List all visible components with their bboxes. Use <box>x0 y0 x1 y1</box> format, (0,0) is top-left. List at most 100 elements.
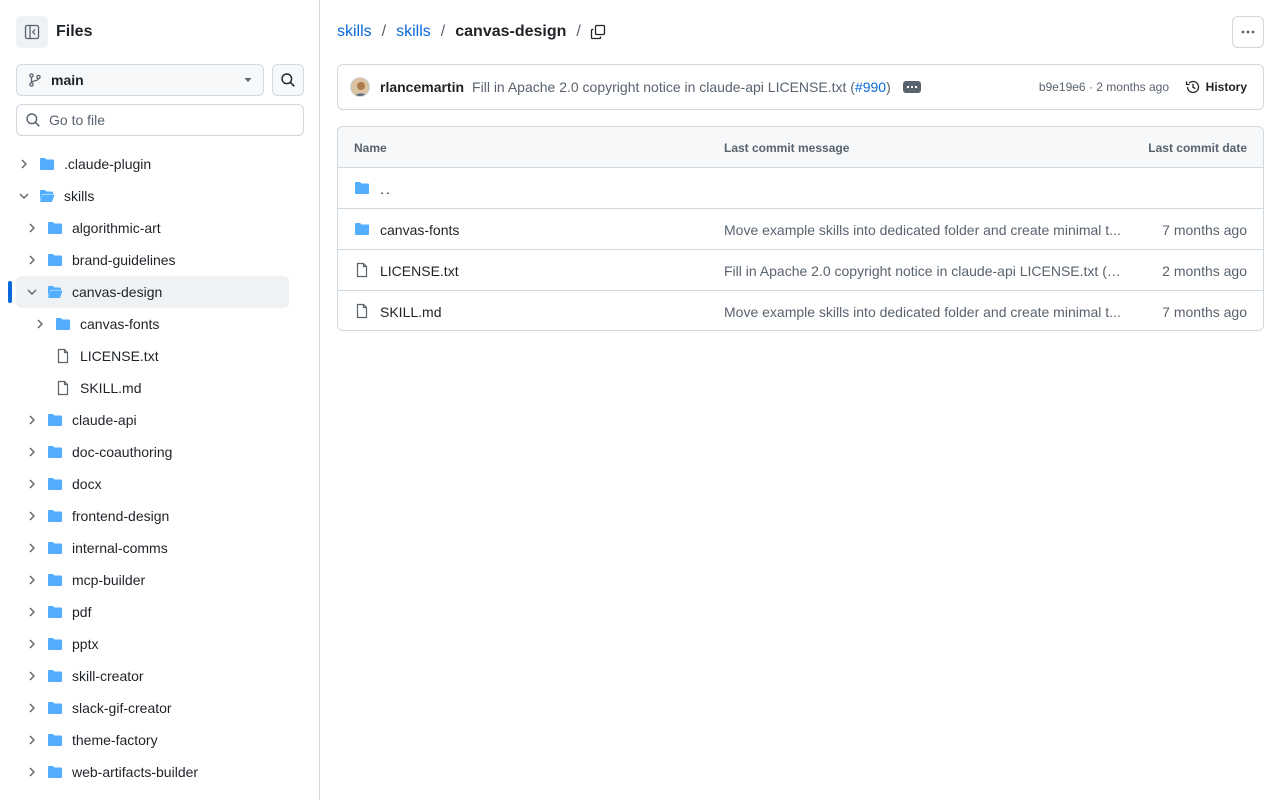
tree-item-theme-factory[interactable]: theme-factory <box>0 724 320 756</box>
tree-item-label: slack-gif-creator <box>72 700 172 716</box>
commit-meta[interactable]: b9e19e6 · 2 months ago <box>1039 80 1169 94</box>
tree-item-skill-md[interactable]: SKILL.md <box>0 372 320 404</box>
chevron-right-icon[interactable] <box>26 478 38 490</box>
tree-item-pdf[interactable]: pdf <box>0 596 320 628</box>
chevron-right-icon[interactable] <box>26 670 38 682</box>
parent-directory-row[interactable]: .. <box>338 168 1263 209</box>
tree-item-pptx[interactable]: pptx <box>0 628 320 660</box>
commit-message[interactable]: Fill in Apache 2.0 copyright notice in c… <box>472 79 891 95</box>
collapse-sidebar-button[interactable] <box>16 16 48 48</box>
user-avatar-icon <box>351 78 369 96</box>
tree-item-license-txt[interactable]: LICENSE.txt <box>0 340 320 372</box>
tree-item-label: theme-factory <box>72 732 158 748</box>
tree-item-label: brand-guidelines <box>72 252 176 268</box>
table-header: Name Last commit message Last commit dat… <box>338 127 1263 168</box>
table-row[interactable]: SKILL.md Move example skills into dedicat… <box>338 291 1263 330</box>
breadcrumb-link-repo[interactable]: skills <box>337 23 372 41</box>
branch-selector-button[interactable]: main <box>16 64 264 96</box>
table-row[interactable]: LICENSE.txt Fill in Apache 2.0 copyright … <box>338 250 1263 291</box>
caret-down-icon <box>244 78 252 82</box>
column-header-date: Last commit date <box>1148 141 1247 155</box>
chevron-right-icon[interactable] <box>18 158 30 170</box>
file-tree: .claude-plugin skills algorithmic-art brand… <box>0 148 320 788</box>
search-files-button[interactable] <box>272 64 304 96</box>
chevron-right-icon[interactable] <box>26 766 38 778</box>
tree-item-internal-comms[interactable]: internal-comms <box>0 532 320 564</box>
tree-item-canvas-design[interactable]: canvas-design <box>0 276 320 308</box>
commit-pr-link[interactable]: #990 <box>855 79 886 95</box>
folder-icon <box>355 182 369 194</box>
folder-icon <box>48 446 62 458</box>
search-icon <box>26 113 40 127</box>
folder-icon <box>48 606 62 618</box>
sidebar-header: Files <box>16 16 92 48</box>
breadcrumb-current: canvas-design <box>455 23 567 40</box>
tree-item-skills[interactable]: skills <box>0 180 320 212</box>
tree-item-label: algorithmic-art <box>72 220 161 236</box>
chevron-right-icon[interactable] <box>26 574 38 586</box>
copy-path-button[interactable] <box>586 20 610 44</box>
chevron-down-icon[interactable] <box>26 286 38 298</box>
chevron-right-icon[interactable] <box>26 734 38 746</box>
history-button[interactable]: History <box>1185 79 1247 95</box>
table-row[interactable]: canvas-fonts Move example skills into ded… <box>338 209 1263 250</box>
expand-commit-message-button[interactable] <box>902 81 921 93</box>
tree-item-slack-gif-creator[interactable]: slack-gif-creator <box>0 692 320 724</box>
chevron-right-icon[interactable] <box>26 446 38 458</box>
row-commit-message[interactable]: Fill in Apache 2.0 copyright notice in c… <box>724 263 1126 279</box>
copy-icon <box>590 24 606 40</box>
tree-item-claude-plugin[interactable]: .claude-plugin <box>0 148 320 180</box>
chevron-right-icon[interactable] <box>26 414 38 426</box>
row-commit-message-text: Move example skills into dedicated folde… <box>724 304 1121 320</box>
chevron-right-icon[interactable] <box>26 638 38 650</box>
tree-item-canvas-fonts[interactable]: canvas-fonts <box>0 308 320 340</box>
history-icon <box>1185 80 1199 94</box>
chevron-right-icon[interactable] <box>26 702 38 714</box>
avatar[interactable] <box>350 77 370 97</box>
commit-message-text: Fill in Apache 2.0 copyright notice in c… <box>472 79 847 95</box>
breadcrumb-link-skills[interactable]: skills <box>396 23 431 41</box>
file-icon <box>356 262 368 278</box>
tree-item-mcp-builder[interactable]: mcp-builder <box>0 564 320 596</box>
breadcrumb-separator: / <box>440 23 446 40</box>
branch-name: main <box>51 72 84 88</box>
folder-icon <box>48 254 62 266</box>
tree-item-claude-api[interactable]: claude-api <box>0 404 320 436</box>
folder-icon <box>48 702 62 714</box>
file-name-link[interactable]: SKILL.md <box>380 304 441 320</box>
folder-icon <box>48 222 62 234</box>
chevron-right-icon[interactable] <box>26 222 38 234</box>
tree-item-docx[interactable]: docx <box>0 468 320 500</box>
more-options-button[interactable] <box>1232 16 1264 48</box>
file-icon <box>57 348 69 364</box>
go-to-file-field[interactable] <box>16 104 304 136</box>
tree-item-skill-creator[interactable]: skill-creator <box>0 660 320 692</box>
row-commit-message[interactable]: Move example skills into dedicated folde… <box>724 222 1126 238</box>
file-name-link[interactable]: canvas-fonts <box>380 222 459 238</box>
tree-item-frontend-design[interactable]: frontend-design <box>0 500 320 532</box>
chevron-right-icon[interactable] <box>34 318 46 330</box>
chevron-right-icon[interactable] <box>26 510 38 522</box>
go-to-file-input[interactable] <box>49 112 289 128</box>
tree-item-web-artifacts-builder[interactable]: web-artifacts-builder <box>0 756 320 788</box>
commit-author[interactable]: rlancemartin <box>380 79 464 95</box>
tree-item-label: skills <box>64 188 95 204</box>
folder-icon <box>48 542 62 554</box>
parent-directory-link[interactable]: .. <box>380 181 392 197</box>
tree-item-label: LICENSE.txt <box>80 348 159 364</box>
chevron-down-icon[interactable] <box>18 190 30 202</box>
chevron-right-icon[interactable] <box>26 606 38 618</box>
row-commit-date: 2 months ago <box>1162 263 1247 279</box>
chevron-right-icon[interactable] <box>26 254 38 266</box>
folder-open-icon <box>40 190 55 202</box>
tree-item-doc-coauthoring[interactable]: doc-coauthoring <box>0 436 320 468</box>
tree-item-algorithmic-art[interactable]: algorithmic-art <box>0 212 320 244</box>
tree-item-label: web-artifacts-builder <box>72 764 199 780</box>
tree-item-label: pdf <box>72 604 92 620</box>
row-commit-message[interactable]: Move example skills into dedicated folde… <box>724 304 1126 320</box>
folder-icon <box>48 478 62 490</box>
file-name-link[interactable]: LICENSE.txt <box>380 263 459 279</box>
column-header-message: Last commit message <box>724 141 850 155</box>
chevron-right-icon[interactable] <box>26 542 38 554</box>
tree-item-brand-guidelines[interactable]: brand-guidelines <box>0 244 320 276</box>
